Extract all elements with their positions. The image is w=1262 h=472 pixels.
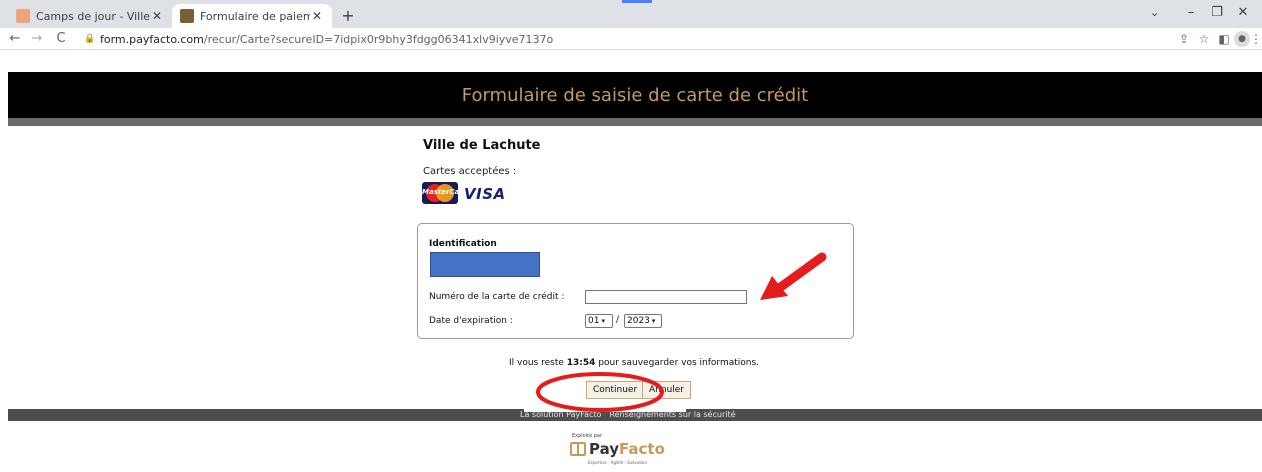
- back-icon[interactable]: ←: [6, 30, 24, 48]
- payfacto-logo: PayFacto: [570, 440, 665, 458]
- mastercard-logo: MasterCard: [422, 182, 458, 204]
- continue-button[interactable]: Continuer: [586, 381, 645, 399]
- side-panel-icon[interactable]: ◧: [1216, 31, 1232, 47]
- visa-logo: VISA: [464, 185, 506, 203]
- header-divider: [8, 118, 1262, 126]
- restore-icon[interactable]: ❐: [1206, 5, 1228, 20]
- browser-tab-strip: Camps de jour - Ville de Lachute ✕ Formu…: [0, 0, 1262, 28]
- exp-separator: /: [616, 315, 620, 325]
- form-header: Formulaire de saisie de carte de crédit: [8, 72, 1262, 118]
- exp-year-value: 2023: [627, 316, 650, 326]
- timer-prefix: Il vous reste: [509, 358, 564, 368]
- cancel-button[interactable]: Annuler: [642, 381, 692, 399]
- tab-camps-de-jour[interactable]: Camps de jour - Ville de Lachute ✕: [8, 4, 172, 28]
- timer-suffix: pour sauvegarder vos informations.: [598, 358, 760, 368]
- new-tab-icon[interactable]: +: [338, 6, 358, 26]
- merchant-name: Ville de Lachute: [423, 138, 541, 153]
- brand-facto: Facto: [619, 440, 665, 458]
- exp-year-select[interactable]: 2023 ▾: [624, 314, 662, 328]
- address-bar[interactable]: 🔒 form.payfacto.com/recur/Carte?secureID…: [84, 30, 1189, 48]
- window-highlight: [622, 0, 652, 3]
- forward-icon[interactable]: →: [28, 30, 46, 48]
- tab-payment-form[interactable]: Formulaire de paiement sécurisé ✕: [172, 4, 332, 28]
- close-tab-icon[interactable]: ✕: [310, 9, 324, 23]
- close-tab-icon[interactable]: ✕: [150, 9, 164, 23]
- mastercard-text: MasterCard: [422, 188, 458, 196]
- lock-icon: 🔒: [84, 34, 96, 44]
- browser-toolbar: ← → C 🔒 form.payfacto.com/recur/Carte?se…: [0, 28, 1262, 50]
- identification-label: Identification: [429, 239, 497, 249]
- site-favicon-icon: [16, 9, 30, 23]
- tab-search-icon[interactable]: ⌄: [1150, 6, 1159, 19]
- accepted-cards-label: Cartes acceptées :: [423, 166, 517, 177]
- cc-number-label: Numéro de la carte de crédit :: [429, 292, 565, 302]
- menu-kebab-icon[interactable]: ⋮: [1248, 31, 1262, 47]
- share-icon[interactable]: ⇪: [1176, 31, 1192, 47]
- bookmark-star-icon[interactable]: ☆: [1196, 31, 1212, 47]
- overlay-box: [524, 400, 686, 412]
- chevron-down-icon: ▾: [601, 317, 605, 325]
- expiration-label: Date d'expiration :: [429, 316, 513, 326]
- exp-month-select[interactable]: 01 ▾: [585, 314, 613, 328]
- page-title: Formulaire de saisie de carte de crédit: [461, 84, 809, 106]
- url-host: form.payfacto.com: [100, 32, 204, 46]
- reload-icon[interactable]: C: [52, 30, 70, 48]
- close-window-icon[interactable]: ✕: [1232, 5, 1254, 20]
- timer-value: 13:54: [566, 358, 596, 368]
- cc-number-input[interactable]: [585, 290, 747, 304]
- tab-title: Formulaire de paiement sécurisé: [200, 9, 310, 23]
- operated-by-label: Exploité par: [572, 433, 603, 439]
- redacted-identification: [430, 252, 540, 277]
- tab-title: Camps de jour - Ville de Lachute: [36, 9, 150, 23]
- payfacto-logo-icon: [570, 442, 586, 456]
- minimize-icon[interactable]: –: [1180, 5, 1202, 20]
- brand-pay: Pay: [589, 440, 620, 458]
- payfacto-favicon-icon: [180, 9, 194, 23]
- payfacto-tagline: Expertise - Agilité - Exécution: [588, 460, 648, 465]
- exp-month-value: 01: [588, 316, 600, 326]
- chevron-down-icon: ▾: [651, 317, 656, 325]
- session-timer: Il vous reste 13:54 pour sauvegarder vos…: [509, 358, 759, 368]
- url-path: /recur/Carte?secureID=7idpix0r9bhy3fdgg0…: [203, 32, 554, 46]
